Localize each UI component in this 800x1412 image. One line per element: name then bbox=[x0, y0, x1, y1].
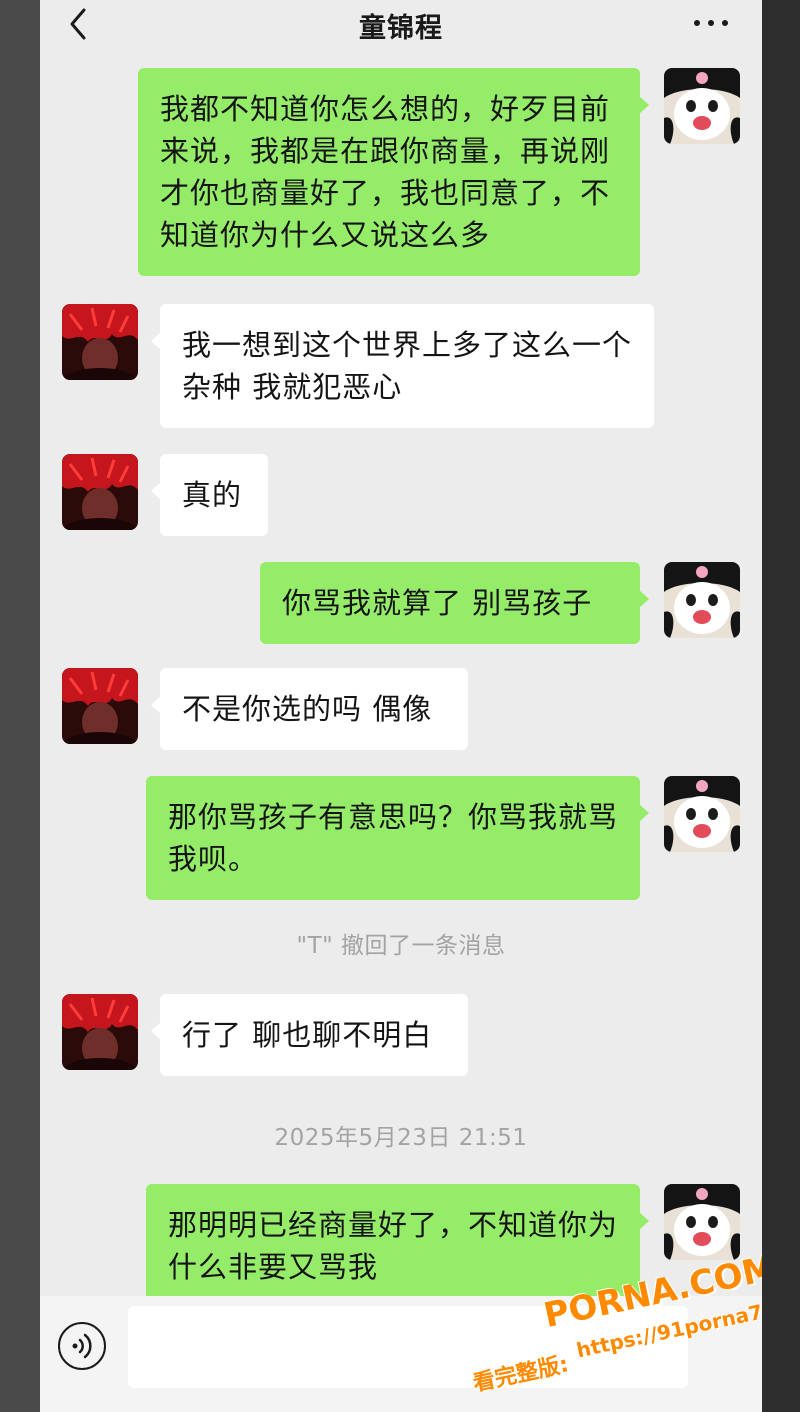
outgoing-message-bubble[interactable]: 我都不知道你怎么想的，好歹目前来说，我都是在跟你商量，再说刚才你也商量好了，我也… bbox=[138, 68, 649, 276]
self-avatar[interactable] bbox=[664, 776, 740, 852]
contact-avatar[interactable] bbox=[62, 994, 138, 1070]
phone-bezel-right bbox=[762, 0, 800, 1412]
timestamp: 2025年5月23日 21:51 bbox=[274, 1125, 528, 1151]
contact-avatar[interactable] bbox=[62, 304, 138, 380]
chat-header: 童锦程 bbox=[40, 0, 762, 52]
incoming-message-bubble[interactable]: 真的 bbox=[151, 454, 268, 536]
more-dots-icon[interactable] bbox=[692, 12, 732, 32]
self-avatar[interactable] bbox=[664, 1184, 740, 1260]
message-input[interactable] bbox=[128, 1306, 688, 1388]
incoming-message-bubble[interactable]: 不是你选的吗 偶像 bbox=[151, 668, 468, 750]
recall-notice: "T" 撤回了一条消息 bbox=[296, 933, 506, 959]
chat-title: 童锦程 bbox=[359, 13, 443, 44]
outgoing-message-bubble[interactable]: 你骂我就算了 别骂孩子 bbox=[260, 562, 649, 644]
self-avatar[interactable] bbox=[664, 562, 740, 638]
incoming-message-bubble[interactable]: 我一想到这个世界上多了这么一个杂种 我就犯恶心 bbox=[151, 304, 654, 428]
chat-screen: 童锦程 我都不知道你怎么想的，好歹目前来说，我都是在跟你商量，再说刚才你也商量好… bbox=[40, 0, 762, 1412]
contact-avatar[interactable] bbox=[62, 668, 138, 744]
incoming-message-bubble[interactable]: 行了 聊也聊不明白 bbox=[151, 994, 468, 1076]
contact-avatar[interactable] bbox=[62, 454, 138, 530]
self-avatar[interactable] bbox=[664, 68, 740, 144]
outgoing-message-bubble[interactable]: 那明明已经商量好了，不知道你为什么非要又骂我 bbox=[146, 1184, 649, 1308]
phone-bezel-left bbox=[0, 0, 40, 1412]
voice-icon[interactable] bbox=[58, 1322, 106, 1370]
input-bar bbox=[40, 1296, 762, 1412]
outgoing-message-bubble[interactable]: 那你骂孩子有意思吗？你骂我就骂我呗。 bbox=[146, 776, 649, 900]
